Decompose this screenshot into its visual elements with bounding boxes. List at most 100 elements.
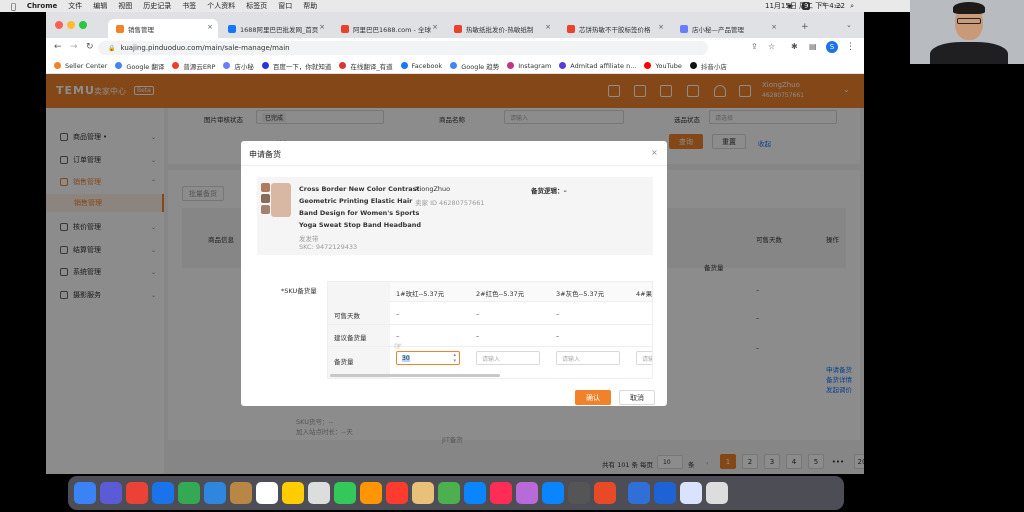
profile-avatar[interactable]: S <box>826 41 838 53</box>
bookmark-item[interactable]: 普源云ERP <box>172 61 215 71</box>
tab-close-icon[interactable]: × <box>658 23 664 31</box>
tab-favicon-icon <box>454 24 462 33</box>
back-icon[interactable]: ← <box>54 42 62 52</box>
dock-app-icon[interactable] <box>438 482 460 504</box>
tab-close-icon[interactable]: × <box>207 23 213 31</box>
menu-window[interactable]: 窗口 <box>278 1 292 11</box>
sidepanel-icon[interactable]: ▤ <box>809 42 817 51</box>
bookmark-favicon-icon <box>115 62 123 69</box>
dock-app-icon[interactable] <box>568 482 590 504</box>
menu-profile[interactable]: 个人资料 <box>207 1 235 11</box>
browser-tab[interactable]: 芯饼热敏不干胶标签价格 × <box>559 19 669 38</box>
dock-app-icon[interactable] <box>360 482 382 504</box>
tab-label: 热敏纸批发价-热敏纸制 <box>466 25 534 34</box>
apple-icon[interactable]:  <box>11 2 16 11</box>
bookmark-item[interactable]: YouTube <box>644 62 682 70</box>
dock-app-icon[interactable] <box>308 482 330 504</box>
seller-id: 卖家 ID 46280757661 <box>415 199 485 207</box>
dock-app-icon[interactable] <box>178 482 200 504</box>
bookmark-label: 在线翻译_有道 <box>350 62 393 71</box>
dock-app-icon[interactable] <box>464 482 486 504</box>
dock-app-icon[interactable] <box>542 482 564 504</box>
bookmark-item[interactable]: Instagram <box>507 62 551 70</box>
dock-app-icon[interactable] <box>680 482 702 504</box>
menu-tabs[interactable]: 标签页 <box>246 1 267 11</box>
dock-app-icon[interactable] <box>126 482 148 504</box>
menu-app-name[interactable]: Chrome <box>27 2 57 10</box>
stock-input-2[interactable]: 请输入 <box>476 351 540 365</box>
menu-help[interactable]: 帮助 <box>303 1 317 11</box>
dock-app-icon[interactable] <box>412 482 434 504</box>
dock-app-icon[interactable] <box>628 482 650 504</box>
dock-app-icon[interactable] <box>256 482 278 504</box>
bookmark-item[interactable]: Google 趋势 <box>450 61 499 71</box>
bookmark-item[interactable]: Seller Center <box>54 62 107 70</box>
dock-app-icon[interactable] <box>282 482 304 504</box>
tab-close-icon[interactable]: × <box>432 23 438 31</box>
close-window-button[interactable] <box>55 21 63 29</box>
person-hair <box>953 2 985 14</box>
tab-close-icon[interactable]: × <box>545 23 551 31</box>
stock-request-dialog: 申请备货 × Cross Border New Color Contrast G… <box>241 141 667 406</box>
dock-app-icon[interactable] <box>100 482 122 504</box>
stock-input-3[interactable]: 请输入 <box>556 351 620 365</box>
stock-input-4-placeholder: 请输 <box>642 355 653 363</box>
stock-input-1[interactable]: 30 ▴ ▾ <box>396 351 460 365</box>
mac-menubar:  Chrome 文件 编辑 视图 历史记录 书签 个人资料 标签页 窗口 帮助… <box>0 0 1024 12</box>
menu-edit[interactable]: 编辑 <box>93 1 107 11</box>
dock-app-icon[interactable] <box>594 482 616 504</box>
menu-history[interactable]: 历史记录 <box>143 1 171 11</box>
browser-tab[interactable]: 店小秘—产品管理 × <box>672 19 782 38</box>
horizontal-scrollbar[interactable] <box>330 374 500 377</box>
browser-tab[interactable]: 销售管理 × <box>108 19 218 38</box>
dock-app-icon[interactable] <box>204 482 226 504</box>
dock-app-icon[interactable] <box>706 482 728 504</box>
menu-bookmarks[interactable]: 书签 <box>182 1 196 11</box>
mouse-cursor: ☞ <box>394 342 403 352</box>
share-icon[interactable]: ⇪ <box>751 42 758 51</box>
dock-app-icon[interactable] <box>490 482 512 504</box>
dock-app-icon[interactable] <box>516 482 538 504</box>
bookmark-item[interactable]: 抖音小店 <box>689 61 727 71</box>
tab-label: 芯饼热敏不干胶标签价格 <box>579 25 651 34</box>
menu-file[interactable]: 文件 <box>68 1 82 11</box>
dock-app-icon[interactable] <box>74 482 96 504</box>
reload-icon[interactable]: ↻ <box>86 42 94 52</box>
bookmark-favicon-icon <box>507 62 515 69</box>
browser-tab[interactable]: 1688阿里巴巴批发网_首页 × <box>220 19 330 38</box>
tab-search-icon[interactable]: ⌄ <box>846 21 852 29</box>
stepper-icon[interactable]: ▴ ▾ <box>453 352 456 364</box>
cancel-button[interactable]: 取消 <box>619 390 655 405</box>
bookmark-item[interactable]: 百度一下，你就知道 <box>261 61 331 71</box>
url-bar[interactable]: 🔒 kuajing.pinduoduo.com/main/sale-manage… <box>98 41 708 55</box>
confirm-button[interactable]: 确认 <box>575 390 611 405</box>
bookmark-item[interactable]: 在线翻译_有道 <box>339 61 393 71</box>
tab-close-icon[interactable]: × <box>771 23 777 31</box>
dock-app-icon[interactable] <box>152 482 174 504</box>
more-menu-icon[interactable]: ⋮ <box>846 42 855 52</box>
bookmark-item[interactable]: Facebook <box>400 61 443 70</box>
menu-view[interactable]: 视图 <box>118 1 132 11</box>
bookmark-item[interactable]: 店小秘 <box>223 61 254 71</box>
dock-app-icon[interactable] <box>334 482 356 504</box>
new-tab-button[interactable]: + <box>801 22 809 32</box>
tab-close-icon[interactable]: × <box>319 23 325 31</box>
bookmark-item[interactable]: Google 翻译 <box>115 61 164 71</box>
forward-icon[interactable]: → <box>70 42 78 52</box>
star-icon[interactable]: ☆ <box>768 42 775 51</box>
dock-app-icon[interactable] <box>386 482 408 504</box>
extensions-icon[interactable]: ✱ <box>791 42 798 51</box>
browser-tab[interactable]: 热敏纸批发价-热敏纸制 × <box>446 19 556 38</box>
bookmark-label: Facebook <box>411 61 443 70</box>
search-icon[interactable]: ⌕ <box>850 2 854 11</box>
stock-input-4[interactable]: 请输 <box>636 351 653 365</box>
minimize-window-button[interactable] <box>67 21 75 29</box>
menubar-datetime[interactable]: 11月15日 周二 下午4:22 <box>765 1 845 11</box>
browser-tab[interactable]: 阿里巴巴1688.com - 全球 × <box>333 19 443 38</box>
bookmark-item[interactable]: Admitad affiliate n... <box>559 62 636 70</box>
close-icon[interactable]: × <box>651 148 658 157</box>
dock-app-icon[interactable] <box>654 482 676 504</box>
maximize-window-button[interactable] <box>79 21 87 29</box>
dock-app-icon[interactable] <box>230 482 252 504</box>
person-glasses <box>957 18 981 24</box>
